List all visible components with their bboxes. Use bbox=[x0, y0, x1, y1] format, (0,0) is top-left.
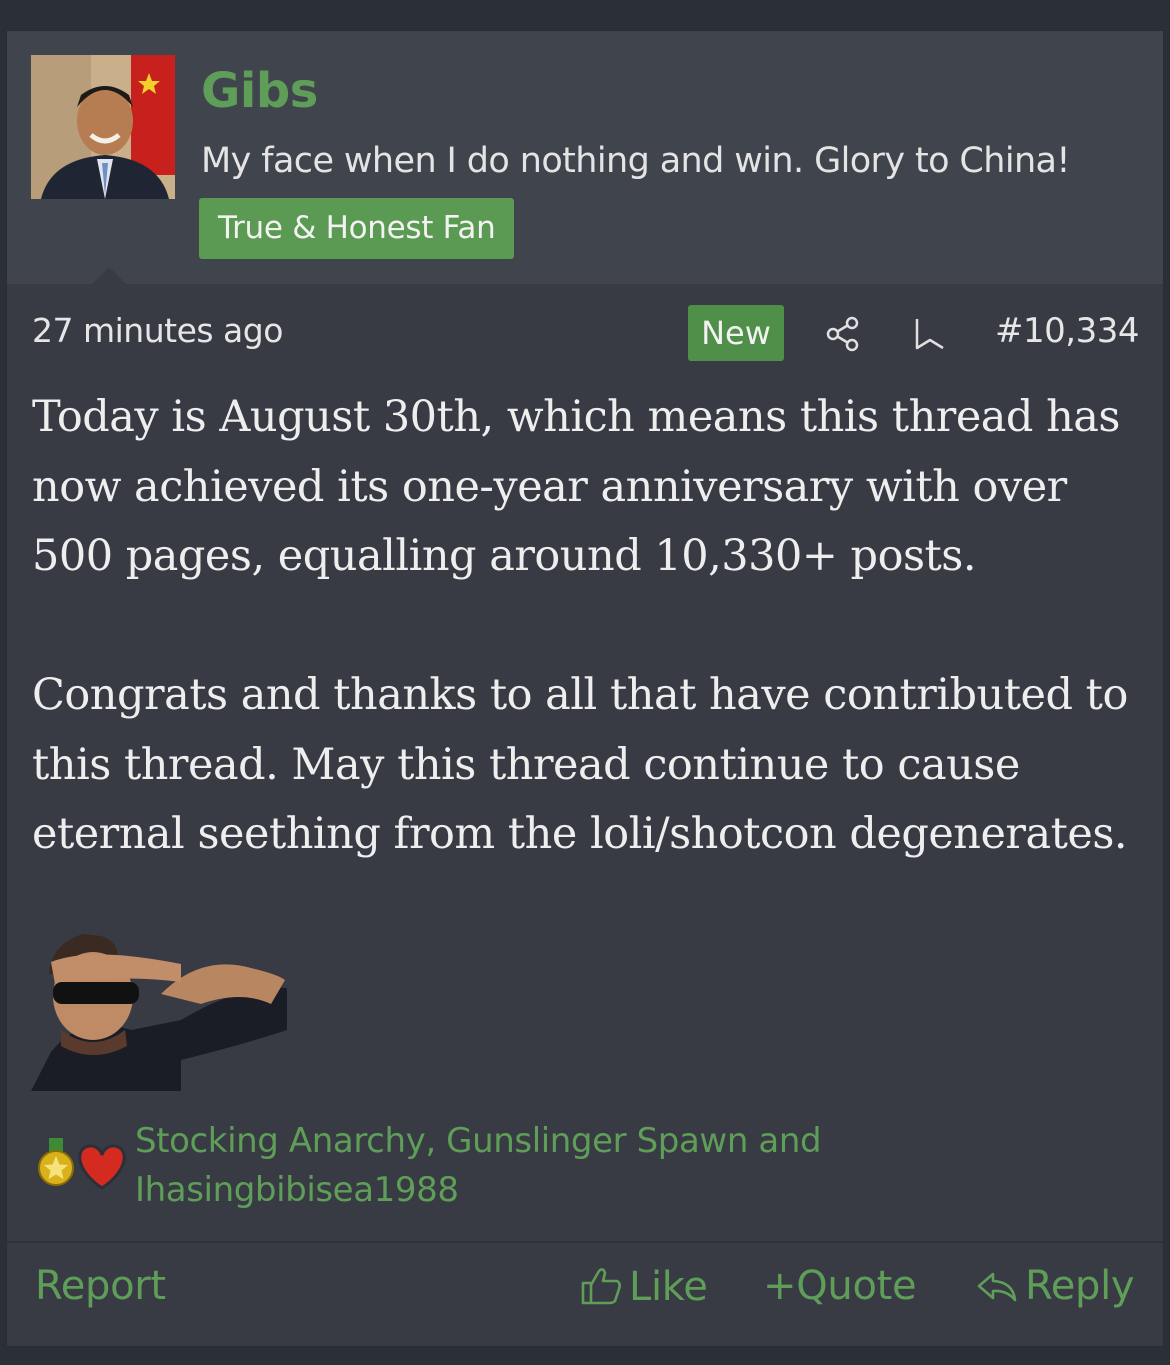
user-banner: True & Honest Fan bbox=[199, 198, 515, 259]
username[interactable]: Gibs bbox=[201, 63, 318, 119]
bookmark-icon[interactable] bbox=[914, 317, 946, 355]
report-button[interactable]: Report bbox=[35, 1263, 166, 1309]
reaction-users-line[interactable]: Stocking Anarchy, Gunslinger Spawn and bbox=[135, 1117, 822, 1166]
avatar[interactable] bbox=[31, 55, 175, 199]
new-badge: New bbox=[688, 305, 784, 361]
user-bar: Gibs My face when I do nothing and win. … bbox=[7, 31, 1163, 285]
forum-post: Gibs My face when I do nothing and win. … bbox=[6, 30, 1164, 1347]
reaction-icons[interactable] bbox=[25, 1136, 135, 1196]
like-button[interactable]: Like bbox=[579, 1263, 708, 1310]
message-paragraph: Congrats and thanks to all that have con… bbox=[32, 670, 1128, 859]
avatar-image bbox=[31, 55, 175, 199]
post-actions: Report Like +Quote Reply bbox=[7, 1241, 1163, 1350]
userbar-arrow bbox=[91, 267, 127, 285]
post-number[interactable]: #10,334 bbox=[995, 311, 1139, 351]
post-time[interactable]: 27 minutes ago bbox=[32, 311, 283, 350]
reply-label: Reply bbox=[1025, 1263, 1135, 1309]
reaction-users-line[interactable]: Ihasingbibisea1988 bbox=[135, 1166, 821, 1215]
medal-icon bbox=[38, 1138, 74, 1186]
user-title: My face when I do nothing and win. Glory… bbox=[201, 141, 1070, 181]
quote-button[interactable]: +Quote bbox=[763, 1263, 917, 1309]
reply-icon bbox=[977, 1272, 1017, 1302]
thumbs-up-icon bbox=[581, 1268, 621, 1305]
heart-icon bbox=[78, 1144, 126, 1190]
post-message: Today is August 30th, which means this t… bbox=[32, 383, 1142, 870]
like-label: Like bbox=[629, 1264, 708, 1310]
reply-button[interactable]: Reply bbox=[975, 1263, 1135, 1309]
share-icon[interactable] bbox=[823, 314, 863, 358]
message-paragraph: Today is August 30th, which means this t… bbox=[32, 392, 1121, 581]
reaction-users[interactable]: Stocking Anarchy, Gunslinger Spawn and I… bbox=[135, 1117, 822, 1215]
salute-gif bbox=[31, 934, 287, 1091]
